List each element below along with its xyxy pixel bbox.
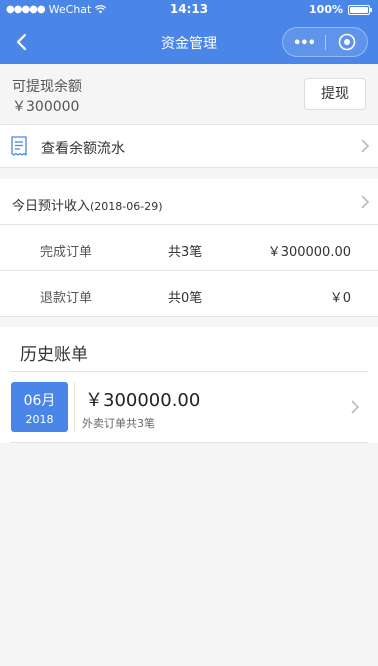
target-icon[interactable] xyxy=(338,33,356,51)
today-income-date: (2018-06-29) xyxy=(90,200,163,213)
history-section: 历史账单 06月 2018 ￥300000.00 外卖订单共3笔 xyxy=(0,327,378,443)
income-row-count: 共3笔 xyxy=(168,245,203,260)
today-income-header[interactable]: 今日预计收入(2018-06-29) xyxy=(0,179,378,225)
battery-group: 100% xyxy=(309,3,372,16)
balance-label: 可提现余额 xyxy=(12,79,82,95)
battery-percent: 100% xyxy=(309,3,343,16)
today-income-title: 今日预计收入(2018-06-29) xyxy=(12,199,163,214)
history-header: 历史账单 xyxy=(10,327,368,372)
income-row-name: 完成订单 xyxy=(40,245,93,260)
bill-description: 外卖订单共3笔 xyxy=(82,417,155,430)
bill-divider xyxy=(74,382,75,432)
bill-item[interactable]: 06月 2018 ￥300000.00 外卖订单共3笔 xyxy=(10,372,368,443)
bill-year: 2018 xyxy=(25,413,54,426)
balance-flow-label: 查看余额流水 xyxy=(41,141,125,157)
history-title: 历史账单 xyxy=(20,345,88,365)
income-row-amount: ￥300000.00 xyxy=(267,245,351,260)
more-icon[interactable]: ••• xyxy=(293,36,316,51)
bill-date-badge: 06月 2018 xyxy=(11,382,68,432)
chevron-right-icon xyxy=(351,400,360,414)
battery-icon xyxy=(348,4,372,15)
balance-flow-row[interactable]: 查看余额流水 xyxy=(0,125,378,168)
balance-section: 可提现余额 ￥300000 提现 xyxy=(0,64,378,125)
income-row: 退款订单 共0笔 ￥0 xyxy=(0,271,378,317)
balance-value: ￥300000 xyxy=(12,99,80,115)
chevron-right-icon xyxy=(361,195,370,209)
income-row: 完成订单 共3笔 ￥300000.00 xyxy=(0,225,378,271)
ledger-icon xyxy=(11,136,27,156)
bill-amount: ￥300000.00 xyxy=(85,390,201,411)
withdraw-button[interactable]: 提现 xyxy=(304,78,366,110)
income-row-name: 退款订单 xyxy=(40,291,93,306)
chevron-right-icon xyxy=(361,139,370,153)
status-bar: ●●●●● WeChat 14:13 100% xyxy=(0,0,378,20)
mini-program-capsule: ••• xyxy=(282,27,368,57)
capsule-divider xyxy=(325,35,326,50)
income-row-count: 共0笔 xyxy=(168,291,203,306)
section-gap xyxy=(0,168,378,179)
nav-bar: 资金管理 ••• xyxy=(0,20,378,64)
income-row-amount: ￥0 xyxy=(329,291,351,306)
today-income-section: 今日预计收入(2018-06-29) 完成订单 共3笔 ￥300000.00 退… xyxy=(0,179,378,317)
bill-month: 06月 xyxy=(23,393,56,409)
